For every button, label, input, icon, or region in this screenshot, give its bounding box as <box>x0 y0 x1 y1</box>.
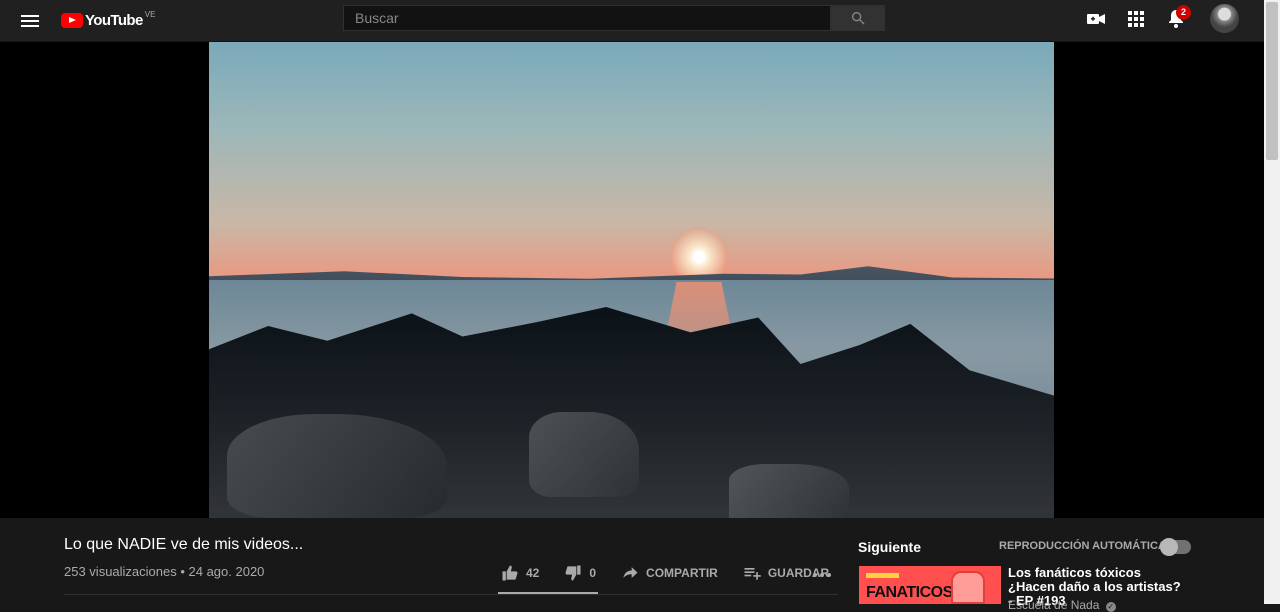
share-label: COMPARTIR <box>646 566 718 580</box>
like-count: 42 <box>526 566 540 580</box>
share-button[interactable]: COMPARTIR <box>620 563 718 583</box>
like-button[interactable]: 42 <box>500 563 539 583</box>
youtube-logo[interactable]: YouTube VE <box>61 8 155 32</box>
autoplay-label: REPRODUCCIÓN AUTOMÁTICA <box>999 540 1166 552</box>
avatar[interactable] <box>1210 4 1239 33</box>
share-icon <box>623 567 638 578</box>
rock-formation <box>227 414 447 518</box>
rock-formation <box>729 464 849 518</box>
thumbnail-character <box>951 571 985 604</box>
related-video-channel[interactable]: Escuela de Nada ✓ <box>1008 598 1116 612</box>
camera-icon-svg <box>1087 14 1105 24</box>
thumbs-down-icon <box>565 565 581 581</box>
apps-icon-svg <box>1128 11 1144 27</box>
menu-line <box>21 15 39 17</box>
menu-line <box>21 20 39 22</box>
dot <box>820 573 824 577</box>
search-button[interactable] <box>831 5 885 31</box>
search-box <box>343 5 831 31</box>
channel-name: Escuela de Nada <box>1008 598 1100 612</box>
dislike-button[interactable]: 0 <box>563 563 596 583</box>
apps-icon[interactable] <box>1124 7 1148 31</box>
camera-icon[interactable] <box>1084 7 1108 31</box>
autoplay-toggle[interactable] <box>1160 538 1191 556</box>
page-scrollbar[interactable] <box>1264 0 1280 604</box>
toggle-knob <box>1160 538 1178 556</box>
dislike-count: 0 <box>589 566 597 580</box>
video-info-area: Lo que NADIE ve de mis videos... 253 vis… <box>0 518 1264 612</box>
youtube-play-icon <box>61 12 83 28</box>
more-actions-button[interactable] <box>813 568 833 582</box>
video-actions: 42 0 COMPARTIR GUARDAR <box>500 563 853 583</box>
notification-badge: 2 <box>1176 5 1191 20</box>
country-code: VE <box>144 9 156 19</box>
up-next-heading: Siguiente <box>858 539 922 555</box>
rock-formation <box>529 412 639 497</box>
divider <box>64 594 838 595</box>
top-navigation-bar: YouTube VE 2 <box>0 0 1264 42</box>
dot <box>813 573 817 577</box>
menu-line <box>21 25 39 27</box>
add-to-playlist-icon <box>744 568 761 580</box>
thumbnail-banner <box>866 573 899 578</box>
video-metadata: 253 visualizaciones • 24 ago. 2020 <box>64 564 265 579</box>
search-input[interactable] <box>344 6 830 30</box>
related-video-thumbnail[interactable]: FANATICOS <box>859 566 1001 604</box>
search-icon <box>852 11 865 25</box>
logo-text: YouTube <box>85 11 143 29</box>
scrollbar-thumb[interactable] <box>1266 2 1278 160</box>
thumbnail-text: FANATICOS <box>866 584 953 601</box>
video-player[interactable] <box>0 42 1264 518</box>
dot <box>827 573 831 577</box>
menu-icon[interactable] <box>18 9 42 33</box>
video-title: Lo que NADIE ve de mis videos... <box>64 536 304 553</box>
video-frame[interactable] <box>209 42 1054 518</box>
thumbs-up-icon <box>502 565 518 581</box>
